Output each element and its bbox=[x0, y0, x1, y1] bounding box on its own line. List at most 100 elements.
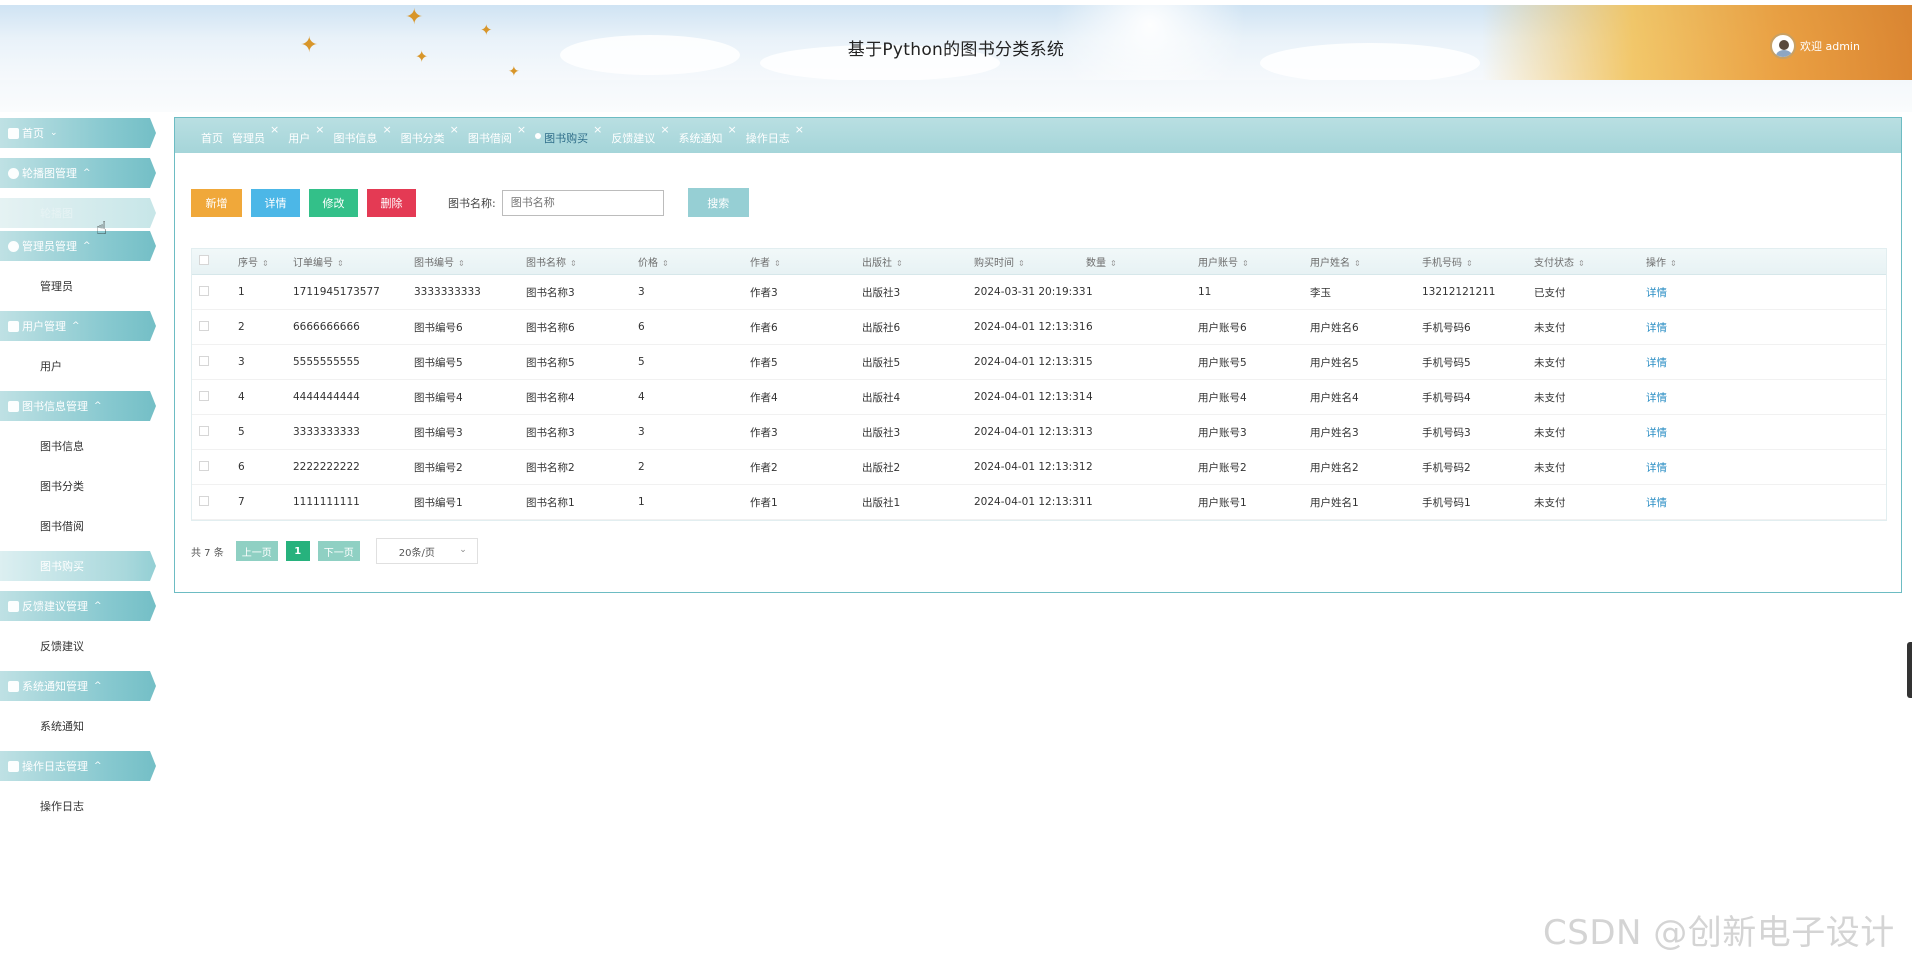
sort-icon[interactable]: ⇕ bbox=[662, 259, 669, 268]
tab-5[interactable]: 图书借阅 × bbox=[468, 123, 526, 146]
row-checkbox[interactable] bbox=[192, 390, 238, 404]
table-row[interactable]: 7 1111111111 图书编号1 图书名称1 1 作者1 出版社1 2024-04-01 … bbox=[192, 485, 1886, 520]
sort-icon[interactable]: ⇕ bbox=[774, 259, 781, 268]
column-header[interactable]: 支付状态 ⇕ bbox=[1534, 254, 1646, 269]
column-header[interactable]: 订单编号 ⇕ bbox=[293, 254, 414, 269]
row-detail-link[interactable]: 详情 bbox=[1646, 390, 1758, 405]
close-icon[interactable]: × bbox=[270, 123, 279, 136]
sort-icon[interactable]: ⇕ bbox=[1110, 259, 1117, 268]
table-row[interactable]: 3 5555555555 图书编号5 图书名称5 5 作者5 出版社5 2024-04-01 … bbox=[192, 345, 1886, 380]
close-icon[interactable]: × bbox=[450, 123, 459, 136]
sort-icon[interactable]: ⇕ bbox=[1018, 259, 1025, 268]
row-checkbox[interactable] bbox=[192, 285, 238, 299]
checkbox-icon[interactable] bbox=[199, 320, 209, 331]
select-all-checkbox[interactable] bbox=[192, 255, 238, 268]
sidebar-item-11[interactable]: 图书购买 bbox=[0, 551, 156, 581]
sidebar-group-16[interactable]: 操作日志管理 ^ bbox=[0, 751, 156, 781]
column-header[interactable]: 用户账号 ⇕ bbox=[1198, 254, 1310, 269]
checkbox-icon[interactable] bbox=[199, 425, 209, 436]
close-icon[interactable]: × bbox=[660, 123, 669, 136]
sort-icon[interactable]: ⇕ bbox=[337, 259, 344, 268]
table-row[interactable]: 6 2222222222 图书编号2 图书名称2 2 作者2 出版社2 2024-04-01 … bbox=[192, 450, 1886, 485]
row-checkbox[interactable] bbox=[192, 425, 238, 439]
avatar[interactable] bbox=[1770, 33, 1796, 59]
close-icon[interactable]: × bbox=[728, 123, 737, 136]
next-page-button[interactable]: 下一页 bbox=[317, 541, 360, 561]
tab-1[interactable]: 管理员 × bbox=[232, 123, 279, 146]
sort-icon[interactable]: ⇕ bbox=[458, 259, 465, 268]
sidebar-item-10[interactable]: 图书借阅 bbox=[0, 511, 156, 541]
checkbox-icon[interactable] bbox=[199, 460, 209, 471]
sort-icon[interactable]: ⇕ bbox=[1670, 259, 1677, 268]
delete-button[interactable]: 删除 bbox=[367, 188, 416, 217]
checkbox-icon[interactable] bbox=[199, 255, 209, 265]
sidebar-group-7[interactable]: 图书信息管理 ^ bbox=[0, 391, 156, 421]
column-header[interactable]: 图书编号 ⇕ bbox=[414, 254, 526, 269]
tab-9[interactable]: 操作日志 × bbox=[746, 123, 804, 146]
tab-4[interactable]: 图书分类 × bbox=[401, 123, 459, 146]
sort-icon[interactable]: ⇕ bbox=[262, 259, 269, 268]
scrollbar-handle[interactable] bbox=[1907, 642, 1912, 698]
column-header[interactable]: 操作 ⇕ bbox=[1646, 254, 1758, 269]
column-header[interactable]: 出版社 ⇕ bbox=[862, 254, 974, 269]
sidebar-item-9[interactable]: 图书分类 bbox=[0, 471, 156, 501]
sidebar-item-15[interactable]: 系统通知 bbox=[0, 711, 156, 741]
column-header[interactable]: 作者 ⇕ bbox=[750, 254, 862, 269]
sort-icon[interactable]: ⇕ bbox=[896, 259, 903, 268]
page-size-select[interactable]: 20条/页 ⌄ bbox=[375, 538, 478, 564]
sidebar-group-0[interactable]: 首页 ⌄ bbox=[0, 118, 156, 148]
checkbox-icon[interactable] bbox=[199, 390, 209, 401]
row-checkbox[interactable] bbox=[192, 320, 238, 334]
sidebar-group-1[interactable]: 轮播图管理 ^ bbox=[0, 158, 156, 188]
search-button[interactable]: 搜索 bbox=[687, 188, 749, 217]
sidebar-item-8[interactable]: 图书信息 bbox=[0, 431, 156, 461]
close-icon[interactable]: × bbox=[795, 123, 804, 136]
sidebar-group-3[interactable]: 管理员管理 ^ bbox=[0, 231, 156, 261]
table-row[interactable]: 2 6666666666 图书编号6 图书名称6 6 作者6 出版社6 2024-04-01 … bbox=[192, 310, 1886, 345]
current-page-button[interactable]: 1 bbox=[285, 541, 310, 561]
prev-page-button[interactable]: 上一页 bbox=[235, 541, 278, 561]
sidebar-group-5[interactable]: 用户管理 ^ bbox=[0, 311, 156, 341]
row-detail-link[interactable]: 详情 bbox=[1646, 425, 1758, 440]
close-icon[interactable]: × bbox=[315, 123, 324, 136]
row-detail-link[interactable]: 详情 bbox=[1646, 285, 1758, 300]
row-detail-link[interactable]: 详情 bbox=[1646, 495, 1758, 510]
table-row[interactable]: 1 1711945173577 3333333333 图书名称3 3 作者3 出版社3 202… bbox=[192, 275, 1886, 310]
sort-icon[interactable]: ⇕ bbox=[1466, 259, 1473, 268]
row-checkbox[interactable] bbox=[192, 355, 238, 369]
tab-6[interactable]: 图书购买 × bbox=[535, 123, 602, 146]
add-button[interactable]: 新增 bbox=[191, 188, 242, 217]
tab-0[interactable]: 首页 bbox=[201, 126, 223, 146]
tab-2[interactable]: 用户 × bbox=[288, 123, 324, 146]
column-header[interactable]: 数量 ⇕ bbox=[1086, 254, 1198, 269]
row-detail-link[interactable]: 详情 bbox=[1646, 460, 1758, 475]
sidebar-group-14[interactable]: 系统通知管理 ^ bbox=[0, 671, 156, 701]
checkbox-icon[interactable] bbox=[199, 495, 209, 506]
column-header[interactable]: 图书名称 ⇕ bbox=[526, 254, 638, 269]
row-detail-link[interactable]: 详情 bbox=[1646, 355, 1758, 370]
sidebar-item-17[interactable]: 操作日志 bbox=[0, 791, 156, 821]
column-header[interactable]: 序号 ⇕ bbox=[238, 254, 293, 269]
column-header[interactable]: 手机号码 ⇕ bbox=[1422, 254, 1534, 269]
tab-8[interactable]: 系统通知 × bbox=[679, 123, 737, 146]
sidebar-item-13[interactable]: 反馈建议 bbox=[0, 631, 156, 661]
row-checkbox[interactable] bbox=[192, 495, 238, 509]
table-row[interactable]: 5 3333333333 图书编号3 图书名称3 3 作者3 出版社3 2024-04-01 … bbox=[192, 415, 1886, 450]
user-menu[interactable]: 欢迎 admin bbox=[1770, 33, 1860, 59]
sidebar-item-6[interactable]: 用户 bbox=[0, 351, 156, 381]
table-row[interactable]: 4 4444444444 图书编号4 图书名称4 4 作者4 出版社4 2024-04-01 … bbox=[192, 380, 1886, 415]
column-header[interactable]: 用户姓名 ⇕ bbox=[1310, 254, 1422, 269]
sort-icon[interactable]: ⇕ bbox=[1242, 259, 1249, 268]
column-header[interactable]: 价格 ⇕ bbox=[638, 254, 750, 269]
edit-button[interactable]: 修改 bbox=[309, 188, 358, 217]
book-name-search-input[interactable] bbox=[501, 189, 664, 216]
close-icon[interactable]: × bbox=[517, 123, 526, 136]
sidebar-item-2[interactable]: 轮播图 bbox=[0, 198, 156, 228]
sidebar-group-12[interactable]: 反馈建议管理 ^ bbox=[0, 591, 156, 621]
tab-7[interactable]: 反馈建议 × bbox=[611, 123, 669, 146]
sort-icon[interactable]: ⇕ bbox=[1354, 259, 1361, 268]
sort-icon[interactable]: ⇕ bbox=[570, 259, 577, 268]
checkbox-icon[interactable] bbox=[199, 285, 209, 296]
column-header[interactable]: 购买时间 ⇕ bbox=[974, 254, 1086, 269]
close-icon[interactable]: × bbox=[382, 123, 391, 136]
